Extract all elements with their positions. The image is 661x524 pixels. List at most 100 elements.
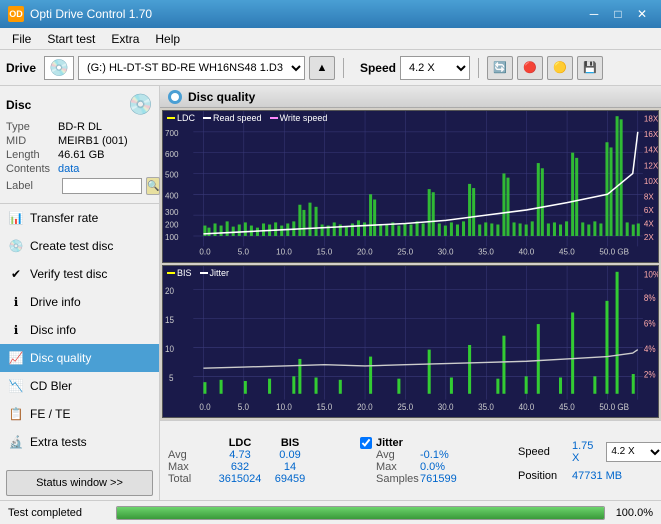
disc-contents-label: Contents bbox=[6, 163, 58, 175]
sidebar-item-transfer-rate[interactable]: 📊 Transfer rate bbox=[0, 204, 159, 232]
disc-panel: Disc 💿 Type BD-R DL MID MEIRB1 (001) Len… bbox=[0, 86, 159, 204]
svg-text:35.0: 35.0 bbox=[478, 248, 494, 257]
sidebar-item-create-test-disc[interactable]: 💿 Create test disc bbox=[0, 232, 159, 260]
bis-legend-dot bbox=[167, 272, 175, 274]
close-button[interactable]: ✕ bbox=[631, 5, 653, 23]
disc-mid-row: MID MEIRB1 (001) bbox=[6, 135, 153, 147]
legend-jitter: Jitter bbox=[200, 268, 230, 278]
menu-start-test[interactable]: Start test bbox=[39, 30, 103, 48]
svg-text:45.0: 45.0 bbox=[559, 248, 575, 257]
disc-type-value: BD-R DL bbox=[58, 121, 102, 133]
panel-title: Disc quality bbox=[188, 90, 255, 104]
sidebar-item-fe-te[interactable]: 📋 FE / TE bbox=[0, 400, 159, 428]
svg-text:12X: 12X bbox=[644, 161, 658, 170]
panel-icon bbox=[168, 90, 182, 104]
disc-length-label: Length bbox=[6, 149, 58, 161]
save-button[interactable]: 💾 bbox=[577, 56, 603, 80]
position-label: Position bbox=[518, 470, 566, 482]
svg-text:10%: 10% bbox=[644, 269, 658, 280]
sidebar-item-disc-quality[interactable]: 📈 Disc quality bbox=[0, 344, 159, 372]
disc-type-label: Type bbox=[6, 121, 58, 133]
speed-select[interactable]: 4.2 X bbox=[400, 56, 470, 80]
disc-label-search-button[interactable]: 🔍 bbox=[146, 177, 160, 195]
refresh-button[interactable]: 🔄 bbox=[487, 56, 513, 80]
stats-max-ldc: 632 bbox=[212, 461, 268, 473]
svg-text:2%: 2% bbox=[644, 369, 656, 380]
disc-label-input[interactable] bbox=[62, 178, 142, 194]
svg-text:40.0: 40.0 bbox=[519, 248, 535, 257]
disc-label-row: Label 🔍 bbox=[6, 177, 153, 195]
progress-fill bbox=[117, 507, 604, 519]
stats-total-bis: 69459 bbox=[268, 473, 312, 485]
maximize-button[interactable]: □ bbox=[607, 5, 629, 23]
stats-max-bis: 14 bbox=[268, 461, 312, 473]
disc-header: Disc 💿 bbox=[6, 92, 153, 117]
sidebar-item-label: Extra tests bbox=[30, 435, 87, 449]
menu-file[interactable]: File bbox=[4, 30, 39, 48]
panel-header: Disc quality bbox=[160, 86, 661, 108]
jitter-checkbox[interactable] bbox=[360, 437, 372, 449]
sidebar-item-extra-tests[interactable]: 🔬 Extra tests bbox=[0, 428, 159, 456]
disc-quality-icon: 📈 bbox=[8, 350, 24, 366]
svg-text:10: 10 bbox=[165, 343, 174, 354]
jitter-label: Jitter bbox=[376, 437, 420, 449]
disc-mid-label: MID bbox=[6, 135, 58, 147]
svg-text:4X: 4X bbox=[644, 219, 654, 228]
svg-text:5: 5 bbox=[169, 372, 174, 383]
sidebar-item-label: Drive info bbox=[30, 295, 81, 309]
jitter-max-val: 0.0% bbox=[420, 461, 470, 473]
svg-text:40.0: 40.0 bbox=[519, 401, 535, 412]
chart2-svg: 20 15 10 5 10% 8% 6% 4% 2% 0.0 5.0 10.0 … bbox=[163, 266, 658, 417]
svg-text:45.0: 45.0 bbox=[559, 401, 575, 412]
svg-text:700: 700 bbox=[165, 129, 179, 138]
transfer-rate-icon: 📊 bbox=[8, 210, 24, 226]
svg-text:25.0: 25.0 bbox=[397, 248, 413, 257]
jitter-max-label: Max bbox=[376, 461, 420, 473]
drive-label: Drive bbox=[6, 61, 36, 75]
speed-pos-col: Speed 1.75 X 4.2 X Position 47731 MB bbox=[518, 425, 661, 496]
svg-text:4%: 4% bbox=[644, 343, 656, 354]
erase-button[interactable]: 🟡 bbox=[547, 56, 573, 80]
jitter-avg-label: Avg bbox=[376, 449, 420, 461]
minimize-button[interactable]: ─ bbox=[583, 5, 605, 23]
status-window-button[interactable]: Status window >> bbox=[6, 470, 153, 496]
stats-avg-bis: 0.09 bbox=[268, 449, 312, 461]
eject-button[interactable]: ▲ bbox=[309, 56, 335, 80]
disc-type-row: Type BD-R DL bbox=[6, 121, 153, 133]
svg-text:20.0: 20.0 bbox=[357, 401, 373, 412]
speed-row: Speed 1.75 X 4.2 X bbox=[518, 440, 661, 464]
cd-bler-icon: 📉 bbox=[8, 378, 24, 394]
svg-text:20.0: 20.0 bbox=[357, 248, 373, 257]
write-speed-legend-dot bbox=[270, 117, 278, 119]
drive-icon-area: 💿 bbox=[44, 56, 74, 80]
ldc-legend-dot bbox=[167, 117, 175, 119]
app-title: Opti Drive Control 1.70 bbox=[30, 7, 152, 21]
stats-table-col: LDC BIS Avg 4.73 0.09 Max 632 14 Total 3… bbox=[168, 425, 312, 496]
svg-text:15: 15 bbox=[165, 314, 174, 325]
menu-extra[interactable]: Extra bbox=[103, 30, 147, 48]
svg-text:6%: 6% bbox=[644, 318, 656, 329]
disc-graphic-icon: 💿 bbox=[128, 92, 153, 117]
toolbar: Drive 💿 (G:) HL-DT-ST BD-RE WH16NS48 1.D… bbox=[0, 50, 661, 86]
svg-text:14X: 14X bbox=[644, 146, 658, 155]
progress-label: Test completed bbox=[8, 507, 108, 519]
stats-bar: LDC BIS Avg 4.73 0.09 Max 632 14 Total 3… bbox=[160, 420, 661, 500]
menu-help[interactable]: Help bbox=[147, 30, 188, 48]
disc-contents-value: data bbox=[58, 163, 79, 175]
burn-button[interactable]: 🔴 bbox=[517, 56, 543, 80]
jitter-samples-val: 761599 bbox=[420, 473, 470, 485]
status-btn-label: Status window >> bbox=[36, 477, 123, 489]
sidebar-item-cd-bler[interactable]: 📉 CD Bler bbox=[0, 372, 159, 400]
jitter-legend-dot bbox=[200, 272, 208, 274]
sidebar-item-verify-test-disc[interactable]: ✔ Verify test disc bbox=[0, 260, 159, 288]
sidebar-item-label: CD Bler bbox=[30, 379, 72, 393]
sidebar-item-drive-info[interactable]: ℹ Drive info bbox=[0, 288, 159, 316]
sidebar-item-label: Disc quality bbox=[30, 351, 91, 365]
sidebar-item-disc-info[interactable]: ℹ Disc info bbox=[0, 316, 159, 344]
svg-text:10.0: 10.0 bbox=[276, 248, 292, 257]
fe-te-icon: 📋 bbox=[8, 406, 24, 422]
progress-percent: 100.0% bbox=[613, 507, 653, 519]
speed-stat-select[interactable]: 4.2 X bbox=[606, 442, 661, 462]
drive-select[interactable]: (G:) HL-DT-ST BD-RE WH16NS48 1.D3 bbox=[78, 56, 305, 80]
svg-text:400: 400 bbox=[165, 191, 179, 200]
